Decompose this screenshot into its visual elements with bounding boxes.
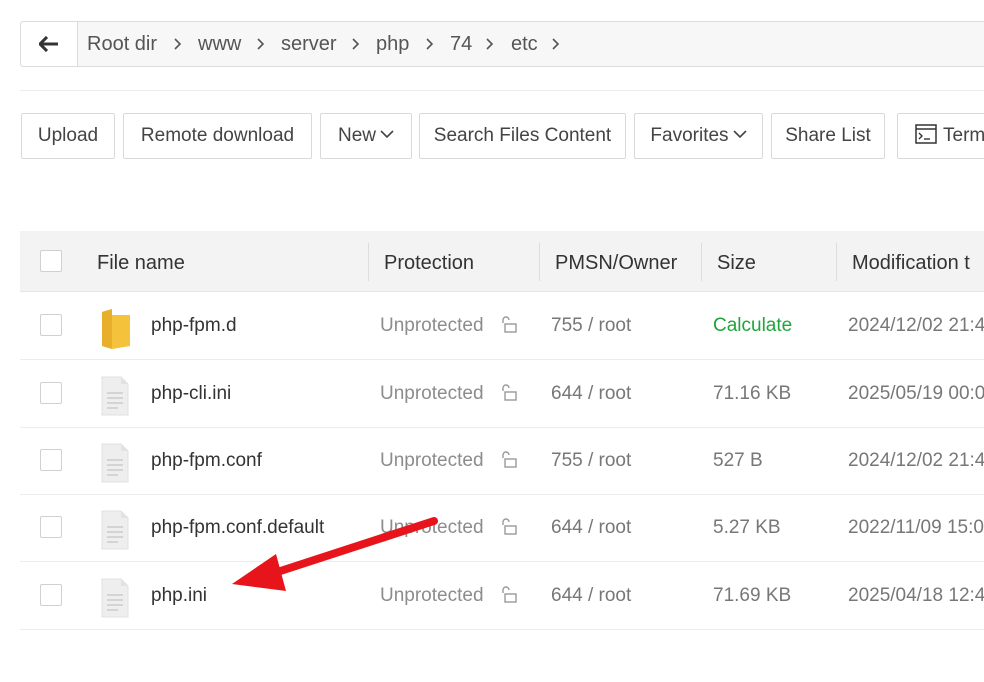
chevron-right-icon bbox=[174, 38, 182, 50]
file-name[interactable]: php-fpm.conf bbox=[151, 427, 262, 494]
file-icon bbox=[101, 376, 129, 416]
table-row[interactable]: php.ini Unprotected 644 / root 71.69 KB … bbox=[20, 562, 984, 630]
chevron-right-icon bbox=[426, 38, 434, 50]
column-divider bbox=[701, 243, 702, 281]
modification-time: 2025/04/18 12:4 bbox=[848, 585, 984, 606]
file-size: 5.27 KB bbox=[713, 517, 781, 538]
calculate-size-link[interactable]: Calculate bbox=[713, 292, 792, 359]
column-divider bbox=[836, 243, 837, 281]
file-size: 527 B bbox=[713, 450, 763, 471]
column-divider bbox=[539, 243, 540, 281]
unlock-icon[interactable] bbox=[500, 451, 518, 469]
terminal-button[interactable]: Term bbox=[897, 113, 984, 159]
protection-status: Unprotected bbox=[380, 450, 484, 471]
back-button[interactable] bbox=[21, 22, 78, 66]
file-icon bbox=[101, 510, 129, 550]
row-checkbox[interactable] bbox=[40, 584, 62, 606]
file-icon bbox=[101, 443, 129, 483]
file-name[interactable]: php-cli.ini bbox=[151, 360, 231, 427]
file-size: 71.69 KB bbox=[713, 585, 792, 606]
breadcrumb-root[interactable]: Root dir bbox=[87, 22, 157, 66]
file-icon bbox=[101, 578, 129, 618]
unlock-icon[interactable] bbox=[500, 384, 518, 402]
table-row[interactable]: php-fpm.d Unprotected 755 / root Calcula… bbox=[20, 292, 984, 360]
modification-time: 2025/05/19 00:0 bbox=[848, 383, 984, 404]
remote-download-button[interactable]: Remote download bbox=[123, 113, 312, 159]
modification-time: 2022/11/09 15:0 bbox=[848, 517, 984, 538]
breadcrumb: Root dir www server php 74 etc bbox=[20, 21, 984, 67]
file-table-header: File name Protection PMSN/Owner Size Mod… bbox=[20, 231, 984, 292]
unlock-icon[interactable] bbox=[500, 586, 518, 604]
permission-owner[interactable]: 644 / root bbox=[551, 360, 631, 427]
permission-owner[interactable]: 644 / root bbox=[551, 494, 631, 561]
modification-time: 2024/12/02 21:4 bbox=[848, 315, 984, 336]
column-size[interactable]: Size bbox=[717, 231, 756, 291]
file-name[interactable]: php-fpm.conf.default bbox=[151, 494, 324, 561]
protection-status: Unprotected bbox=[380, 383, 484, 404]
chevron-down-icon bbox=[380, 130, 394, 139]
permission-owner[interactable]: 644 / root bbox=[551, 562, 631, 629]
search-files-content-button[interactable]: Search Files Content bbox=[419, 113, 626, 159]
breadcrumb-php[interactable]: php bbox=[376, 22, 409, 66]
column-divider bbox=[368, 243, 369, 281]
breadcrumb-www[interactable]: www bbox=[198, 22, 241, 66]
share-list-button[interactable]: Share List bbox=[771, 113, 885, 159]
divider bbox=[20, 90, 984, 91]
select-all-checkbox[interactable] bbox=[40, 250, 62, 272]
column-modification-time[interactable]: Modification t bbox=[852, 231, 970, 291]
protection-status: Unprotected bbox=[380, 315, 484, 336]
chevron-right-icon bbox=[257, 38, 265, 50]
chevron-right-icon bbox=[486, 38, 494, 50]
unlock-icon[interactable] bbox=[500, 518, 518, 536]
favorites-label: Favorites bbox=[650, 125, 729, 146]
protection-status: Unprotected bbox=[380, 585, 484, 606]
row-checkbox[interactable] bbox=[40, 516, 62, 538]
table-row[interactable]: php-cli.ini Unprotected 644 / root 71.16… bbox=[20, 360, 984, 428]
row-checkbox[interactable] bbox=[40, 449, 62, 471]
row-checkbox[interactable] bbox=[40, 382, 62, 404]
table-row[interactable]: php-fpm.conf Unprotected 755 / root 527 … bbox=[20, 427, 984, 495]
modification-time: 2024/12/02 21:4 bbox=[848, 450, 984, 471]
breadcrumb-server[interactable]: server bbox=[281, 22, 337, 66]
file-size: 71.16 KB bbox=[713, 383, 792, 404]
chevron-right-icon bbox=[352, 38, 360, 50]
permission-owner[interactable]: 755 / root bbox=[551, 292, 631, 359]
upload-button[interactable]: Upload bbox=[21, 113, 115, 159]
row-checkbox[interactable] bbox=[40, 314, 62, 336]
file-name[interactable]: php.ini bbox=[151, 562, 207, 629]
unlock-icon[interactable] bbox=[500, 316, 518, 334]
new-dropdown-button[interactable]: New bbox=[320, 113, 412, 159]
folder-icon bbox=[102, 309, 130, 349]
breadcrumb-74[interactable]: 74 bbox=[450, 22, 472, 66]
chevron-right-icon bbox=[552, 38, 560, 50]
table-row[interactable]: php-fpm.conf.default Unprotected 644 / r… bbox=[20, 494, 984, 562]
breadcrumb-etc[interactable]: etc bbox=[511, 22, 538, 66]
column-file-name[interactable]: File name bbox=[97, 231, 185, 291]
protection-status: Unprotected bbox=[380, 517, 484, 538]
chevron-down-icon bbox=[732, 130, 747, 139]
new-label: New bbox=[337, 125, 376, 146]
permission-owner[interactable]: 755 / root bbox=[551, 427, 631, 494]
file-name[interactable]: php-fpm.d bbox=[151, 292, 237, 359]
arrow-left-icon bbox=[39, 36, 58, 52]
column-protection[interactable]: Protection bbox=[384, 231, 474, 291]
terminal-icon bbox=[915, 124, 937, 144]
terminal-label: Term bbox=[943, 125, 984, 146]
favorites-dropdown-button[interactable]: Favorites bbox=[634, 113, 763, 159]
column-perm-owner[interactable]: PMSN/Owner bbox=[555, 231, 677, 291]
